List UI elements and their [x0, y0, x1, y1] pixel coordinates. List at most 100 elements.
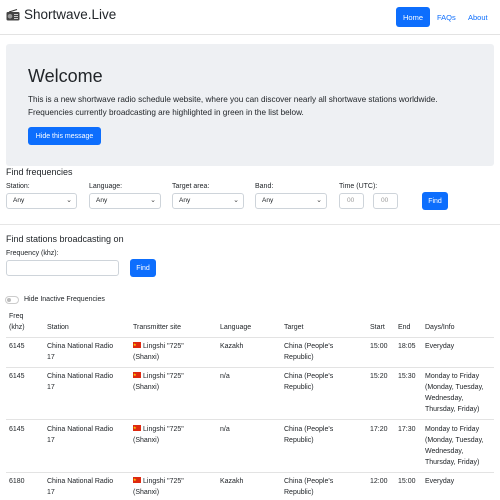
- time-to-placeholder: 00: [381, 197, 389, 204]
- header-station: Station: [47, 324, 69, 331]
- row-divider: [6, 367, 494, 368]
- cell-days: Monday to Friday: [425, 426, 480, 433]
- cell-target: China (People's: [284, 426, 334, 433]
- cell-site-cont: (Shanxi): [133, 354, 160, 361]
- cell-days: Everyday: [425, 343, 455, 350]
- china-flag-icon: [133, 475, 141, 485]
- band-select-value: Any: [262, 197, 274, 204]
- cell-target-cont: Republic): [284, 489, 314, 496]
- cell-language: Kazakh: [220, 478, 244, 485]
- cell-end: 17:30: [398, 426, 416, 433]
- cell-end: 18:05: [398, 343, 416, 350]
- radio-icon: [6, 8, 20, 20]
- time-to-input[interactable]: 00: [373, 193, 398, 209]
- band-label: Band:: [255, 183, 274, 190]
- time-from-input[interactable]: 00: [339, 193, 364, 209]
- frequency-label: Frequency (khz):: [6, 250, 59, 257]
- language-label: Language:: [89, 183, 123, 190]
- band-select[interactable]: Any ⌄: [255, 193, 327, 209]
- cell-target-cont: Republic): [284, 354, 314, 361]
- cell-freq: 6145: [9, 426, 25, 433]
- cell-site: Lingshi "725": [143, 343, 184, 350]
- row-divider: [6, 472, 494, 473]
- cell-freq: 6145: [9, 373, 25, 380]
- cell-language: n/a: [220, 373, 230, 380]
- header-start: Start: [370, 324, 385, 331]
- find-frequencies-button[interactable]: Find: [422, 192, 448, 210]
- cell-language: Kazakh: [220, 343, 244, 350]
- header-transmitter-site: Transmitter site: [133, 324, 181, 331]
- cell-days: Thursday, Friday): [425, 459, 480, 466]
- hide-message-button[interactable]: Hide this message: [28, 127, 101, 145]
- cell-days: Wednesday,: [425, 395, 464, 402]
- header-freq: Freq: [9, 313, 24, 320]
- cell-station-cont: 17: [47, 354, 55, 361]
- cell-site: Lingshi "725": [143, 426, 184, 433]
- cell-days: Monday to Friday: [425, 373, 480, 380]
- header-language: Language: [220, 324, 252, 331]
- nav-about-link[interactable]: About: [468, 7, 488, 27]
- language-select-value: Any: [96, 197, 108, 204]
- cell-station: China National Radio: [47, 478, 114, 485]
- target-area-select-value: Any: [179, 197, 191, 204]
- time-from-placeholder: 00: [347, 197, 355, 204]
- cell-start: 17:20: [370, 426, 388, 433]
- chevron-down-icon: ⌄: [66, 197, 72, 204]
- cell-freq: 6145: [9, 343, 25, 350]
- china-flag-icon: [133, 423, 141, 433]
- chevron-down-icon: ⌄: [233, 197, 239, 204]
- divider: [0, 224, 500, 225]
- find-stations-button[interactable]: Find: [130, 259, 156, 277]
- nav-home-button[interactable]: Home: [396, 7, 430, 27]
- cell-days: Thursday, Friday): [425, 406, 480, 413]
- cell-site-cont: (Shanxi): [133, 489, 160, 496]
- cell-start: 12:00: [370, 478, 388, 485]
- welcome-panel: Welcome This is a new shortwave radio sc…: [6, 44, 494, 166]
- hide-inactive-label: Hide Inactive Frequencies: [24, 296, 105, 303]
- brand-name: Shortwave.Live: [24, 7, 117, 22]
- cell-target: China (People's: [284, 343, 334, 350]
- hide-inactive-toggle[interactable]: [5, 296, 19, 304]
- navbar: Shortwave.Live Home FAQs About: [0, 0, 500, 35]
- cell-station-cont: 17: [47, 437, 55, 444]
- frequency-input[interactable]: [6, 260, 119, 276]
- time-label: Time (UTC):: [339, 183, 378, 190]
- find-stations-title: Find stations broadcasting on: [6, 234, 124, 244]
- cell-station-cont: 17: [47, 489, 55, 496]
- cell-site-cont: (Shanxi): [133, 437, 160, 444]
- cell-target: China (People's: [284, 478, 334, 485]
- china-flag-icon: [133, 340, 141, 350]
- header-freq-unit: (khz): [9, 324, 25, 331]
- header-days-info: Days/Info: [425, 324, 455, 331]
- chevron-down-icon: ⌄: [316, 197, 322, 204]
- find-frequencies-title: Find frequencies: [6, 167, 73, 177]
- target-area-label: Target area:: [172, 183, 210, 190]
- cell-station: China National Radio: [47, 343, 114, 350]
- brand[interactable]: Shortwave.Live: [6, 7, 116, 22]
- welcome-title: Welcome: [28, 66, 103, 86]
- station-select[interactable]: Any ⌄: [6, 193, 77, 209]
- header-target: Target: [284, 324, 304, 331]
- cell-days: (Monday, Tuesday,: [425, 384, 484, 391]
- cell-end: 15:30: [398, 373, 416, 380]
- cell-site: Lingshi "725": [143, 478, 184, 485]
- nav-faqs-link[interactable]: FAQs: [437, 7, 456, 27]
- cell-target-cont: Republic): [284, 384, 314, 391]
- cell-days: (Monday, Tuesday,: [425, 437, 484, 444]
- cell-target-cont: Republic): [284, 437, 314, 444]
- cell-language: n/a: [220, 426, 230, 433]
- cell-station: China National Radio: [47, 373, 114, 380]
- cell-freq: 6180: [9, 478, 25, 485]
- station-label: Station:: [6, 183, 30, 190]
- cell-target: China (People's: [284, 373, 334, 380]
- target-area-select[interactable]: Any ⌄: [172, 193, 244, 209]
- cell-site-cont: (Shanxi): [133, 384, 160, 391]
- chevron-down-icon: ⌄: [150, 197, 156, 204]
- language-select[interactable]: Any ⌄: [89, 193, 161, 209]
- cell-end: 15:00: [398, 478, 416, 485]
- china-flag-icon: [133, 370, 141, 380]
- row-divider: [6, 419, 494, 420]
- cell-days: Wednesday,: [425, 448, 464, 455]
- cell-site: Lingshi "725": [143, 373, 184, 380]
- cell-station-cont: 17: [47, 384, 55, 391]
